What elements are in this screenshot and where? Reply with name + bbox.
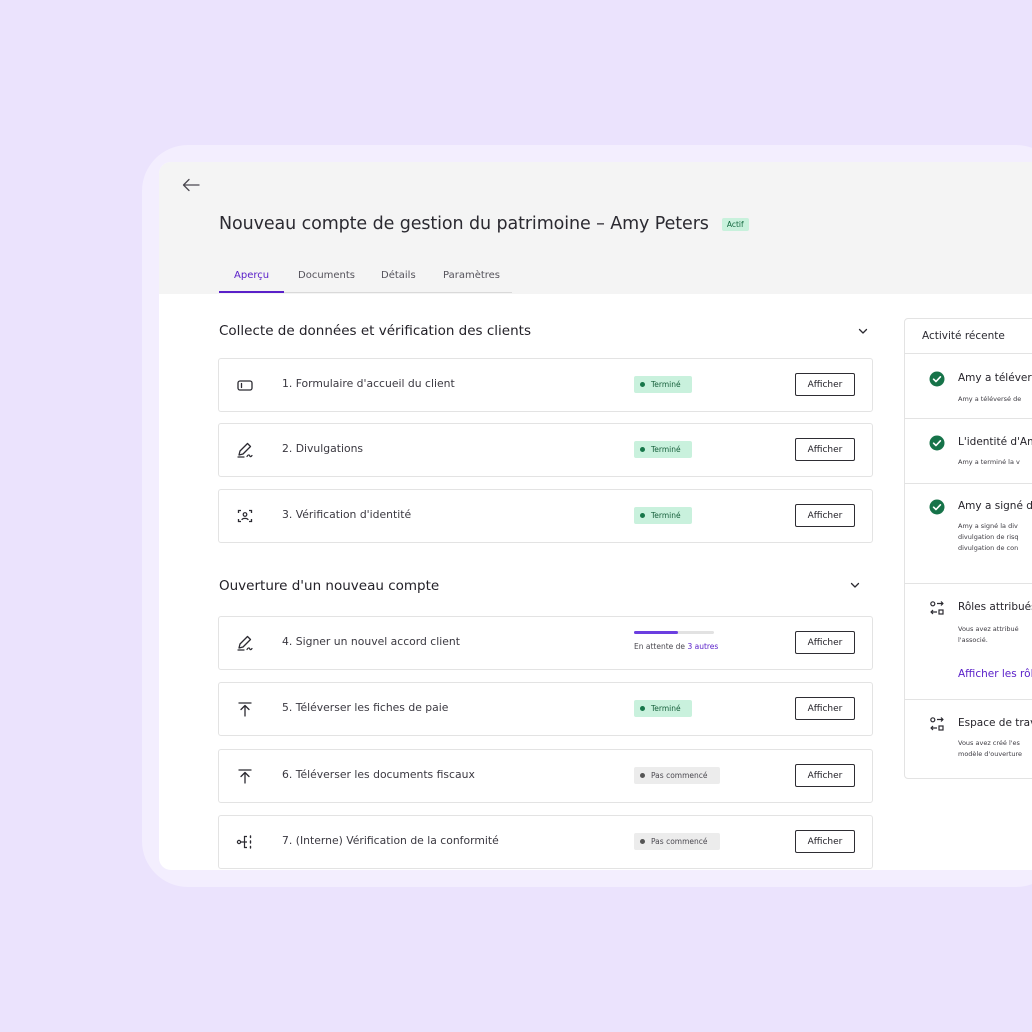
view-button[interactable]: Afficher xyxy=(795,504,855,527)
view-button[interactable]: Afficher xyxy=(795,438,855,461)
status-dot xyxy=(640,839,645,844)
active-tab-indicator xyxy=(219,291,284,293)
status-badge: Terminé xyxy=(634,507,692,524)
task-row: 7. (Interne) Vérification de la conformi… xyxy=(218,815,873,869)
page-title: Nouveau compte de gestion du patrimoine … xyxy=(219,214,709,234)
tab-details[interactable]: Détails xyxy=(381,270,416,281)
chevron-down-icon[interactable] xyxy=(848,578,862,592)
activity-description: Vous avez créé l'es modèle d'ouverture xyxy=(958,739,1023,758)
activity-item[interactable]: Rôles attribués Vous avez attribué l'ass… xyxy=(905,584,1032,699)
activity-item[interactable]: Amy a signé de Amy a signé la div divulg… xyxy=(905,484,1032,583)
progress-fill xyxy=(634,631,678,634)
status-badge: Terminé xyxy=(634,700,692,717)
recent-activity-title: Activité récente xyxy=(922,330,1005,342)
status-badge: Pas commencé xyxy=(634,767,720,784)
activity-heading: Amy a signé de xyxy=(958,500,1032,512)
tab-bar: Aperçu Documents Détails Paramètres xyxy=(219,262,512,293)
status-text: Terminé xyxy=(651,511,681,520)
status-dot xyxy=(640,447,645,452)
task-row: 3. Vérification d'identité Terminé Affic… xyxy=(218,489,873,543)
activity-description: Vous avez attribué l'associé. xyxy=(958,625,1019,644)
waiting-prefix: En attente de xyxy=(634,642,686,651)
section-title-data-collection: Collecte de données et vérification des … xyxy=(219,323,531,339)
status-text: Terminé xyxy=(651,445,681,454)
status-dot xyxy=(640,773,645,778)
status-dot xyxy=(640,706,645,711)
recent-activity-panel: Activité récente Amy a télévers Amy a té… xyxy=(904,318,1032,779)
status-text: Pas commencé xyxy=(651,837,708,846)
status-text: Terminé xyxy=(651,704,681,713)
workflow-icon xyxy=(236,835,252,849)
task-row: 4. Signer un nouvel accord client En att… xyxy=(218,616,873,670)
roles-icon xyxy=(930,601,944,615)
task-row: 1. Formulaire d'accueil du client Termin… xyxy=(218,358,873,412)
task-label: 6. Téléverser les documents fiscaux xyxy=(282,768,475,781)
face-scan-icon xyxy=(237,509,253,523)
task-label: 2. Divulgations xyxy=(282,442,364,455)
task-row: 2. Divulgations Terminé Afficher xyxy=(218,423,873,477)
status-text: Terminé xyxy=(651,380,681,389)
task-label: 3. Vérification d'identité xyxy=(282,508,412,521)
app-screen: Nouveau compte de gestion du patrimoine … xyxy=(159,162,1032,870)
activity-description: Amy a signé la div divulgation de risq d… xyxy=(958,522,1019,552)
signature-icon xyxy=(237,635,253,651)
activity-heading: L'identité d'Am xyxy=(958,436,1032,448)
signature-icon xyxy=(237,442,253,458)
status-badge: Pas commencé xyxy=(634,833,720,850)
check-circle-icon xyxy=(929,435,945,451)
activity-description: Amy a terminé la v xyxy=(958,458,1020,466)
view-button[interactable]: Afficher xyxy=(795,373,855,396)
activity-item[interactable]: Amy a télévers Amy a téléversé de xyxy=(905,354,1032,418)
task-label: 1. Formulaire d'accueil du client xyxy=(282,377,455,390)
view-button[interactable]: Afficher xyxy=(795,830,855,853)
task-label: 5. Téléverser les fiches de paie xyxy=(282,701,449,714)
chevron-down-icon[interactable] xyxy=(856,324,870,338)
task-label: 4. Signer un nouvel accord client xyxy=(282,635,460,648)
check-circle-icon xyxy=(929,499,945,515)
signature-progress-bar xyxy=(634,631,714,634)
upload-icon xyxy=(238,769,252,784)
section-title-new-account: Ouverture d'un nouveau compte xyxy=(219,578,440,594)
form-icon xyxy=(237,380,253,391)
back-arrow-icon[interactable] xyxy=(181,176,201,194)
status-badge: Terminé xyxy=(634,376,692,393)
task-label: 7. (Interne) Vérification de la conformi… xyxy=(282,834,499,847)
waiting-others-link[interactable]: 3 autres xyxy=(687,642,718,651)
status-text: Pas commencé xyxy=(651,771,708,780)
check-circle-icon xyxy=(929,371,945,387)
waiting-text: En attente de 3 autres xyxy=(634,642,718,651)
upload-icon xyxy=(238,702,252,717)
title-row: Nouveau compte de gestion du patrimoine … xyxy=(219,214,749,234)
activity-heading: Amy a télévers xyxy=(958,372,1032,384)
status-dot xyxy=(640,382,645,387)
tab-documents[interactable]: Documents xyxy=(298,270,355,281)
page-header: Nouveau compte de gestion du patrimoine … xyxy=(159,162,1032,294)
activity-heading: Espace de trav xyxy=(958,717,1032,729)
status-dot xyxy=(640,513,645,518)
view-button[interactable]: Afficher xyxy=(795,631,855,654)
task-row: 6. Téléverser les documents fiscaux Pas … xyxy=(218,749,873,803)
tab-overview[interactable]: Aperçu xyxy=(234,270,269,281)
view-roles-link[interactable]: Afficher les rôl xyxy=(958,668,1032,680)
activity-heading: Rôles attribués xyxy=(958,601,1032,613)
status-badge: Terminé xyxy=(634,441,692,458)
workspace-icon xyxy=(930,717,944,731)
activity-description: Amy a téléversé de xyxy=(958,395,1022,403)
status-badge: Actif xyxy=(721,217,749,231)
view-button[interactable]: Afficher xyxy=(795,697,855,720)
activity-item[interactable]: Espace de trav Vous avez créé l'es modèl… xyxy=(905,700,1032,780)
task-row: 5. Téléverser les fiches de paie Terminé… xyxy=(218,682,873,736)
tab-settings[interactable]: Paramètres xyxy=(443,270,500,281)
view-button[interactable]: Afficher xyxy=(795,764,855,787)
activity-item[interactable]: L'identité d'Am Amy a terminé la v xyxy=(905,419,1032,483)
